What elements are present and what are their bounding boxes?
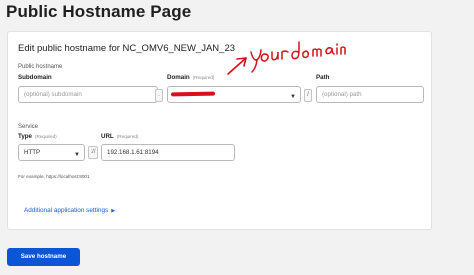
type-label: Type (Required) bbox=[18, 133, 57, 140]
service-section-label: Service bbox=[18, 124, 39, 130]
domain-select[interactable]: ▼ bbox=[167, 86, 301, 103]
save-hostname-button[interactable]: Save hostname bbox=[7, 248, 80, 266]
domain-required-hint: (Required) bbox=[192, 75, 215, 80]
type-value: HTTP bbox=[24, 149, 41, 156]
type-select[interactable]: HTTP ▼ bbox=[18, 144, 85, 161]
url-value: 192.168.1.61:8194 bbox=[107, 149, 159, 156]
card-title: Edit public hostname for NC_OMV6_NEW_JAN… bbox=[18, 43, 236, 54]
url-required-hint: (Required) bbox=[116, 134, 139, 139]
chevron-down-icon: ▼ bbox=[290, 94, 296, 100]
dot-separator: . bbox=[155, 89, 163, 102]
url-label: URL (Required) bbox=[101, 133, 139, 140]
edit-hostname-card: Edit public hostname for NC_OMV6_NEW_JAN… bbox=[7, 31, 432, 230]
additional-settings-link[interactable]: Additional application settings ▶ bbox=[24, 207, 115, 214]
path-input[interactable]: (optional) path bbox=[316, 86, 424, 103]
chevron-right-icon: ▶ bbox=[111, 208, 116, 214]
url-input[interactable]: 192.168.1.61:8194 bbox=[101, 144, 235, 161]
path-placeholder: (optional) path bbox=[322, 91, 362, 98]
domain-label: Domain (Required) bbox=[167, 74, 215, 81]
public-hostname-section-label: Public hostname bbox=[18, 64, 63, 70]
subdomain-placeholder: (optional) subdomain bbox=[24, 91, 82, 98]
type-required-hint: (Required) bbox=[34, 134, 57, 139]
domain-redaction-mark bbox=[170, 91, 216, 97]
slash-separator: / bbox=[304, 89, 312, 102]
chevron-down-icon: ▼ bbox=[74, 152, 80, 158]
subdomain-label: Subdomain bbox=[18, 74, 52, 81]
subdomain-input[interactable]: (optional) subdomain bbox=[18, 86, 158, 103]
path-label: Path bbox=[316, 74, 330, 81]
url-helper-text: For example, https://localhost:8001 bbox=[18, 174, 90, 179]
protocol-separator: :// bbox=[88, 146, 98, 159]
page-title: Public Hostname Page bbox=[6, 2, 192, 21]
